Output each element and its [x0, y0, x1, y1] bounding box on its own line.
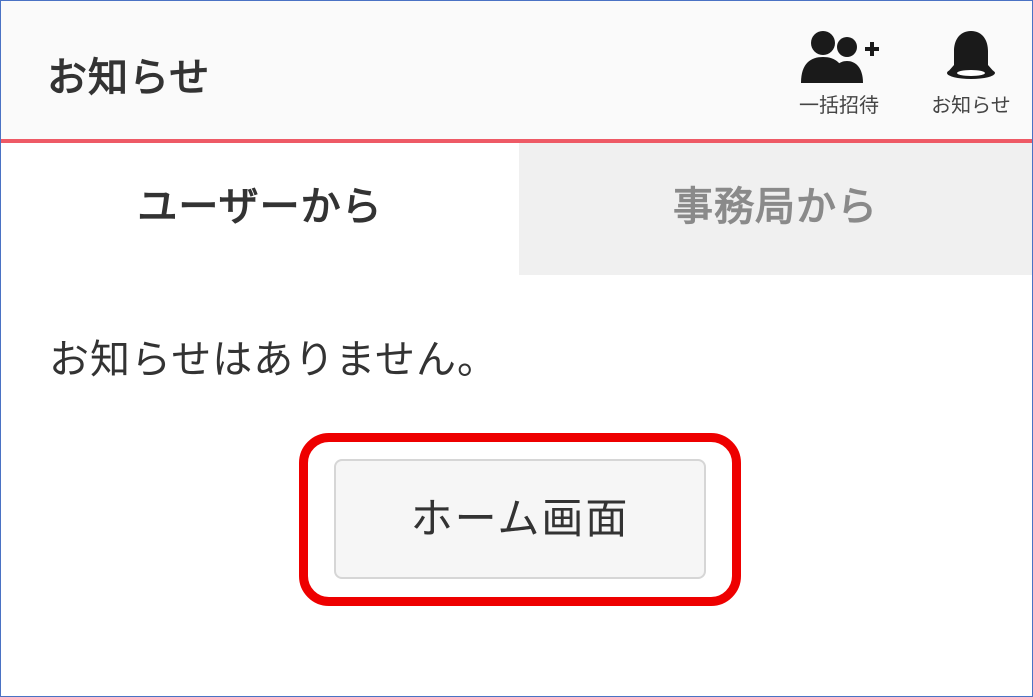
- tab-from-users[interactable]: ユーザーから: [1, 143, 519, 275]
- empty-notifications-message: お知らせはありません。: [49, 337, 498, 383]
- notifications-label: お知らせ: [931, 93, 1011, 117]
- notifications-button[interactable]: お知らせ: [919, 27, 1023, 118]
- bulk-invite-button[interactable]: 一括招待: [787, 27, 891, 118]
- home-screen-button[interactable]: ホーム画面: [334, 459, 706, 579]
- app-frame: お知らせ 一括招待 お知らせ ユーザーから 事務局から お知らせはありません。 …: [0, 0, 1033, 697]
- add-users-icon: [787, 27, 891, 85]
- header-bar: お知らせ 一括招待 お知らせ: [1, 1, 1032, 143]
- page-title: お知らせ: [47, 55, 211, 101]
- tab-from-office[interactable]: 事務局から: [519, 143, 1032, 275]
- tab-bar: ユーザーから 事務局から: [1, 143, 1032, 275]
- bell-icon: [919, 27, 1023, 85]
- bulk-invite-label: 一括招待: [799, 93, 879, 117]
